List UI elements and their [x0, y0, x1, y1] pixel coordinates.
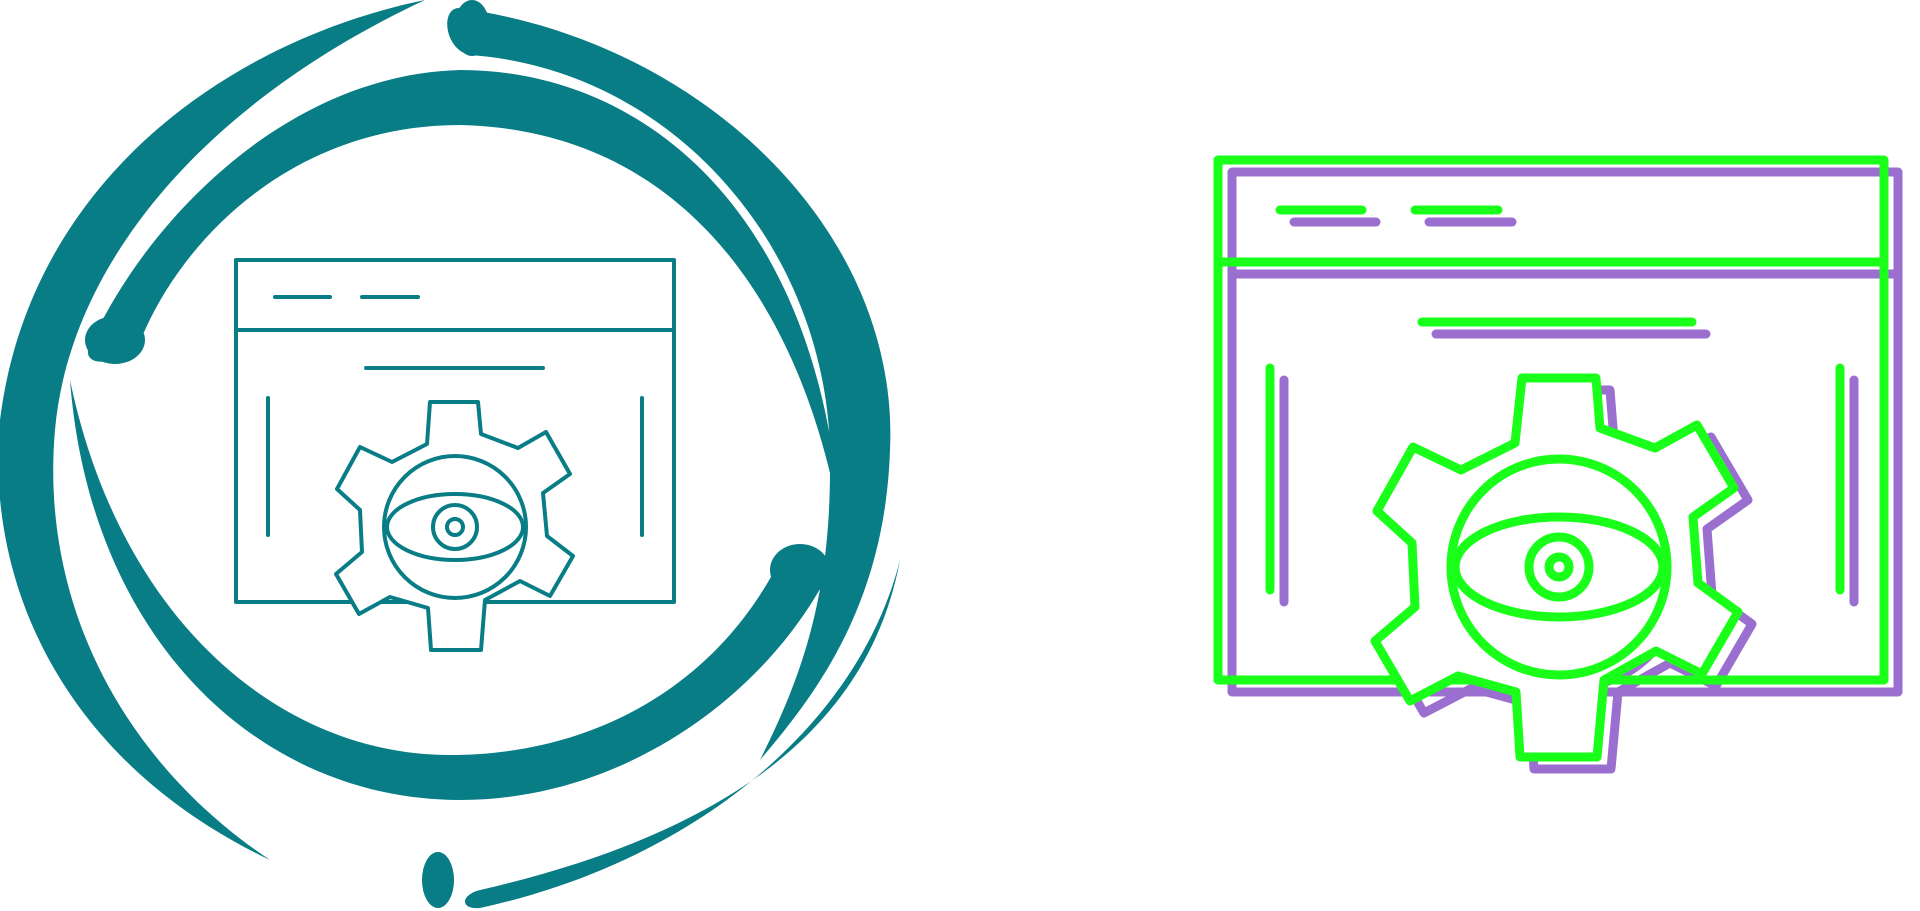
icon-preview-canvas	[0, 0, 1920, 911]
gear-body	[1370, 373, 1743, 762]
gear-body	[334, 400, 575, 652]
gear-icon	[1370, 373, 1743, 762]
swoosh-end-top	[454, 0, 490, 56]
swoosh-end-right	[770, 544, 830, 596]
web-monitoring-icon-outline	[1200, 0, 1920, 911]
web-monitoring-icon	[0, 0, 900, 909]
web-monitoring-icon	[1213, 155, 1903, 774]
gear-icon	[334, 400, 575, 652]
web-monitoring-icon-circular	[0, 0, 920, 911]
swoosh-end-bottom	[422, 852, 454, 908]
swoosh-end-left	[85, 316, 145, 364]
